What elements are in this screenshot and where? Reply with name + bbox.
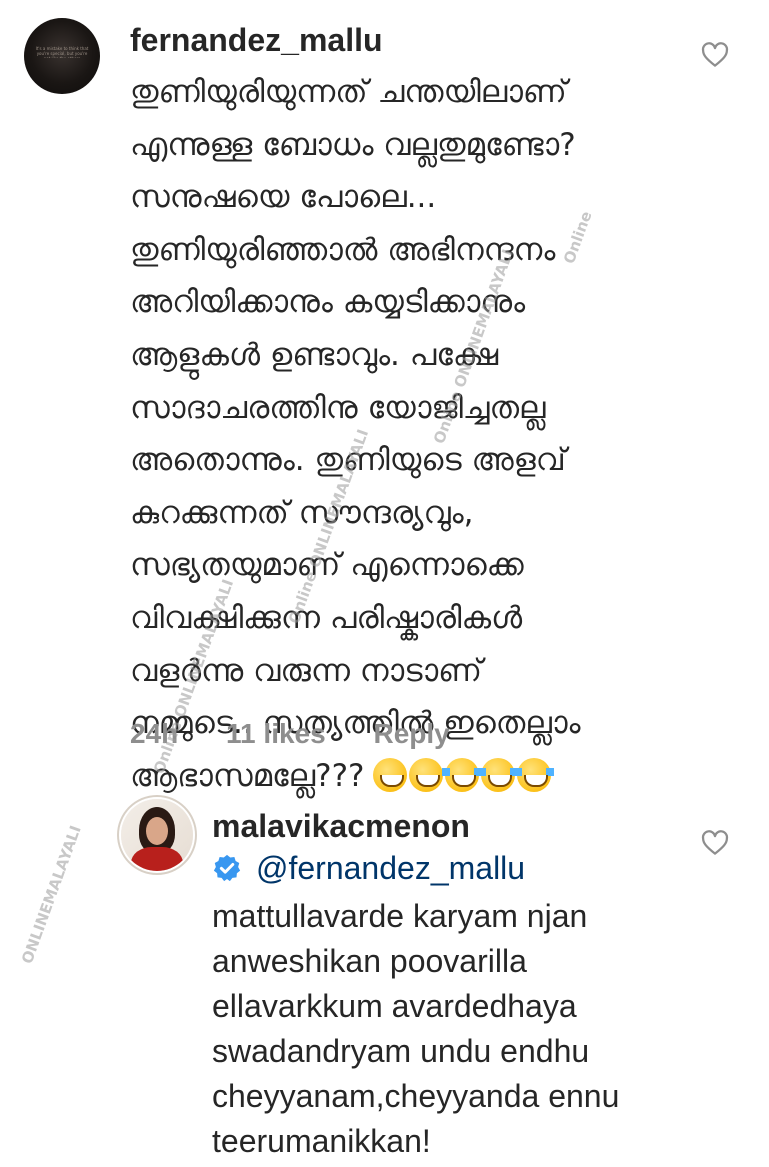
grinning-face-icon (408, 757, 443, 792)
comment-line: അതൊന്നും. തുണിയുടെ അളവ് (130, 442, 566, 479)
watermark-text: ONLINEMALAYALI (18, 823, 85, 967)
grinning-face-icon (372, 757, 407, 792)
reply-line: anweshikan poovarilla (212, 943, 527, 979)
reply-header: @fernandez_mallu (212, 850, 525, 887)
reply-text: mattullavarde karyam njan anweshikan poo… (212, 894, 732, 1164)
comment-line: ആളുകൾ ഉണ്ടാവും. പക്ഷേ (130, 336, 499, 373)
comment-line: തുണിയുരിയുന്നത് ചന്തയിലാണ് (130, 74, 567, 110)
avatar-caption: It's a mistake to think that you're spec… (35, 46, 89, 58)
verified-badge-icon (213, 854, 241, 882)
reply-line: swadandryam undu endhu (212, 1033, 590, 1069)
tears-of-joy-icon (477, 757, 518, 792)
avatar-face (146, 817, 168, 845)
emoji-group (372, 756, 554, 809)
watermark: ONLINEMALAYALI (18, 823, 85, 966)
like-heart-icon[interactable] (700, 828, 730, 858)
comment-line: കുറക്കുന്നത് സൗന്ദര്യവും, (130, 494, 474, 531)
comment-likes[interactable]: 11 likes (226, 718, 326, 749)
reply-line: teerumanikkan! (212, 1123, 431, 1159)
comment-text: തുണിയുരിയുന്നത് ചന്തയിലാണ് എന്നുള്ള ബോധം… (130, 66, 710, 808)
comment-username[interactable]: fernandez_mallu (130, 22, 383, 59)
reply-line: cheyyanam,cheyyanda ennu (212, 1078, 620, 1114)
avatar-malavikacmenon[interactable] (121, 799, 193, 871)
avatar-fernandez-mallu[interactable]: It's a mistake to think that you're spec… (24, 18, 100, 94)
reply-line: mattullavarde karyam njan (212, 898, 588, 934)
reply-line: ellavarkkum avardedhaya (212, 988, 577, 1024)
tears-of-joy-icon (441, 757, 482, 792)
comment-line: സനുഷയെ പോലെ... (130, 179, 437, 216)
comment-line: സാദാചരത്തിനു യോജിച്ചതല്ല (130, 389, 546, 426)
avatar-dress (131, 847, 183, 871)
reply-username[interactable]: malavikacmenon (212, 808, 470, 845)
tears-of-joy-icon (513, 757, 554, 792)
mention-link[interactable]: @fernandez_mallu (256, 850, 525, 886)
reply-button[interactable]: Reply (373, 718, 449, 749)
comment-line: വളർന്നു വരുന്ന നാടാണ് (130, 652, 483, 689)
comment-line: അറിയിക്കാനും കയ്യടിക്കാനും (130, 284, 526, 321)
comment-line-last: ആഭാസമല്ലേ??? (130, 750, 710, 809)
comment-line: തുണിയുരിഞ്ഞാൽ അഭിനന്ദനം (130, 231, 556, 268)
comment-line: എന്നുള്ള ബോധം വല്ലതുമുണ്ടോ? (130, 126, 576, 163)
